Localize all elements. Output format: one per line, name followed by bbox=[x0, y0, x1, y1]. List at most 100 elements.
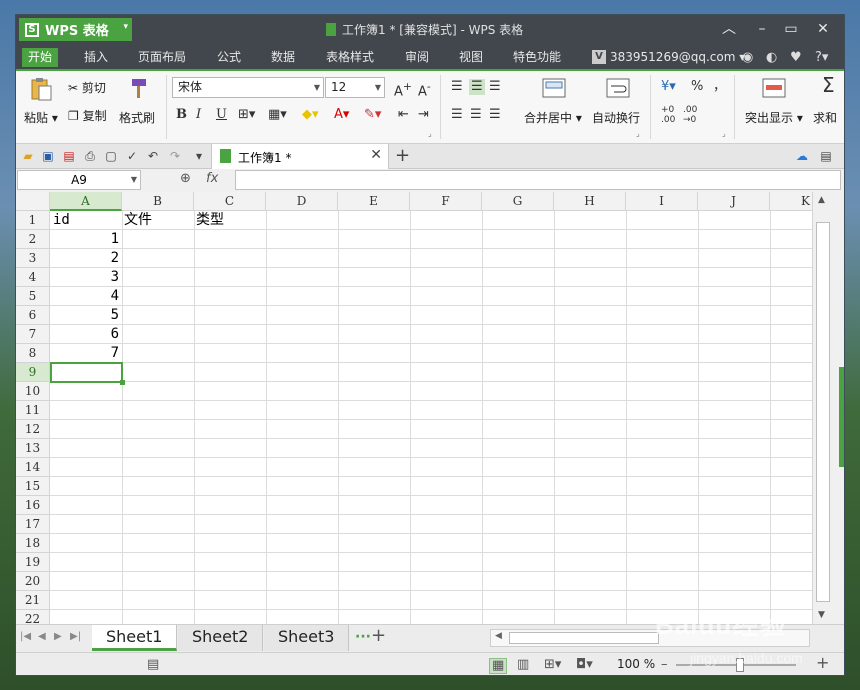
app-menu-button[interactable]: S WPS 表格 ▾ bbox=[19, 18, 132, 41]
tools-icon[interactable]: ◐ bbox=[766, 48, 777, 67]
sum-button[interactable]: 求和 bbox=[813, 109, 837, 126]
undo-icon[interactable]: ↶ bbox=[146, 149, 160, 163]
column-header-b[interactable]: B bbox=[122, 192, 194, 211]
borders-icon[interactable]: ⊞▾ bbox=[238, 107, 255, 123]
menu-tab-view[interactable]: 视图 bbox=[453, 48, 489, 67]
row-header-9[interactable]: 9 bbox=[16, 363, 50, 382]
align-right-icon[interactable]: ☰ bbox=[489, 107, 501, 123]
row-header-6[interactable]: 6 bbox=[16, 306, 50, 325]
scrollbar-thumb[interactable] bbox=[816, 222, 830, 602]
number-format-icon[interactable]: ¥▾ bbox=[661, 79, 676, 95]
zoom-level[interactable]: 100 % bbox=[617, 657, 655, 671]
cloud-sync-icon[interactable]: ☁ bbox=[795, 149, 809, 163]
align-bottom-icon[interactable]: ☰ bbox=[489, 79, 501, 95]
row-header-14[interactable]: 14 bbox=[16, 458, 50, 477]
cut-button[interactable]: ✂ 剪切 bbox=[68, 79, 106, 96]
number-dialog-launcher-icon[interactable]: ⌟ bbox=[722, 129, 726, 138]
sheet-tab-sheet2[interactable]: Sheet2 bbox=[178, 625, 264, 651]
add-sheet-button[interactable]: + bbox=[371, 625, 386, 646]
cell-a6[interactable]: 5 bbox=[50, 306, 122, 325]
next-sheet-icon[interactable]: ▶ bbox=[54, 631, 62, 642]
last-sheet-icon[interactable]: ▶| bbox=[70, 631, 81, 642]
align-center-icon[interactable]: ☰ bbox=[470, 107, 482, 123]
row-header-20[interactable]: 20 bbox=[16, 572, 50, 591]
row-header-13[interactable]: 13 bbox=[16, 439, 50, 458]
cell-a8[interactable]: 7 bbox=[50, 344, 122, 363]
row-header-17[interactable]: 17 bbox=[16, 515, 50, 534]
row-header-19[interactable]: 19 bbox=[16, 553, 50, 572]
cell-a3[interactable]: 2 bbox=[50, 249, 122, 268]
row-header-16[interactable]: 16 bbox=[16, 496, 50, 515]
menu-tab-review[interactable]: 审阅 bbox=[399, 48, 435, 67]
close-button[interactable]: ✕ bbox=[810, 19, 836, 39]
window-options-icon[interactable]: ▤ bbox=[819, 149, 833, 163]
underline-button[interactable]: U bbox=[216, 107, 227, 123]
column-header-c[interactable]: C bbox=[194, 192, 266, 211]
scroll-down-icon[interactable]: ▼ bbox=[818, 610, 825, 620]
collapse-ribbon-button[interactable]: ︿ bbox=[716, 19, 742, 39]
clear-format-icon[interactable]: ✎▾ bbox=[364, 107, 381, 123]
bold-button[interactable]: B bbox=[176, 107, 187, 123]
more-sheets-button[interactable]: ··· bbox=[355, 629, 371, 645]
column-header-i[interactable]: I bbox=[626, 192, 698, 211]
decrease-font-icon[interactable]: A- bbox=[418, 79, 431, 100]
row-header-11[interactable]: 11 bbox=[16, 401, 50, 420]
increase-font-icon[interactable]: A+ bbox=[394, 79, 412, 100]
vertical-scrollbar[interactable]: ▲ ▼ bbox=[812, 192, 832, 624]
name-box[interactable]: A9 ▼ bbox=[17, 170, 141, 190]
menu-tab-table-style[interactable]: 表格样式 bbox=[320, 48, 380, 67]
cell-b1[interactable]: 文件 bbox=[124, 211, 152, 230]
align-middle-icon[interactable]: ☰ bbox=[469, 79, 485, 95]
paste-button[interactable]: 粘贴 ▾ bbox=[24, 109, 58, 126]
percent-button[interactable]: % bbox=[691, 79, 703, 95]
column-header-j[interactable]: J bbox=[698, 192, 770, 211]
row-header-22[interactable]: 22 bbox=[16, 610, 50, 624]
increase-decimal-icon[interactable]: +0.00 bbox=[661, 105, 675, 125]
cell-a7[interactable]: 6 bbox=[50, 325, 122, 344]
fill-color-icon[interactable]: ◆▾ bbox=[302, 107, 319, 123]
font-size-select[interactable]: 12 ▼ bbox=[325, 77, 385, 98]
open-folder-icon[interactable]: ▰ bbox=[21, 149, 35, 163]
row-header-3[interactable]: 3 bbox=[16, 249, 50, 268]
insert-function-button[interactable]: fx bbox=[206, 171, 218, 186]
merge-center-button[interactable]: 合并居中 ▾ bbox=[524, 109, 582, 126]
close-tab-button[interactable]: ✕ bbox=[370, 147, 382, 163]
shirt-icon[interactable]: ♥ bbox=[790, 48, 802, 67]
decrease-decimal-icon[interactable]: .00 →0 bbox=[683, 105, 697, 125]
zoom-out-button[interactable]: – bbox=[661, 658, 668, 672]
column-header-g[interactable]: G bbox=[482, 192, 554, 211]
zoom-in-button[interactable]: + bbox=[816, 655, 829, 671]
sheet-tab-sheet1[interactable]: Sheet1 bbox=[92, 625, 178, 651]
column-header-h[interactable]: H bbox=[554, 192, 626, 211]
cell-a1[interactable]: id bbox=[53, 211, 70, 230]
row-header-8[interactable]: 8 bbox=[16, 344, 50, 363]
column-header-e[interactable]: E bbox=[338, 192, 410, 211]
italic-button[interactable]: I bbox=[196, 107, 201, 123]
redo-icon[interactable]: ↷ bbox=[168, 149, 182, 163]
spell-check-icon[interactable]: ✓ bbox=[125, 149, 139, 163]
side-panel-handle[interactable] bbox=[838, 192, 844, 624]
minimize-button[interactable]: – bbox=[749, 19, 775, 39]
page-layout-view-icon[interactable]: ⊞▾ bbox=[544, 658, 561, 672]
macro-status-icon[interactable]: ▤ bbox=[147, 658, 159, 672]
new-tab-button[interactable]: + bbox=[395, 145, 410, 166]
maximize-button[interactable]: ▭ bbox=[778, 19, 804, 39]
skin-icon[interactable]: ◉ bbox=[742, 48, 753, 67]
font-dialog-launcher-icon[interactable]: ⌟ bbox=[428, 129, 432, 138]
select-all-corner[interactable] bbox=[16, 192, 50, 211]
font-color-icon[interactable]: A▾ bbox=[334, 107, 349, 123]
row-header-2[interactable]: 2 bbox=[16, 230, 50, 249]
row-header-4[interactable]: 4 bbox=[16, 268, 50, 287]
row-header-18[interactable]: 18 bbox=[16, 534, 50, 553]
row-header-7[interactable]: 7 bbox=[16, 325, 50, 344]
font-name-select[interactable]: 宋体 ▼ bbox=[172, 77, 324, 98]
sheet-tab-sheet3[interactable]: Sheet3 bbox=[264, 625, 350, 651]
cell-a2[interactable]: 1 bbox=[50, 230, 122, 249]
page-break-view-icon[interactable]: ▥ bbox=[517, 658, 529, 672]
cell-style-icon[interactable]: ▦▾ bbox=[268, 107, 287, 123]
eye-protect-icon[interactable]: ◘▾ bbox=[576, 658, 593, 672]
decrease-indent-icon[interactable]: ⇤ bbox=[398, 107, 409, 123]
row-header-12[interactable]: 12 bbox=[16, 420, 50, 439]
export-pdf-icon[interactable]: ▤ bbox=[62, 149, 76, 163]
normal-view-icon[interactable]: ▦ bbox=[489, 658, 508, 674]
